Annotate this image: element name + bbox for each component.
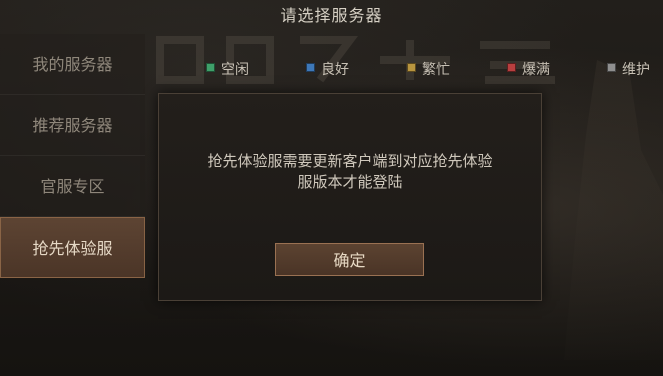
- legend-item-busy: 繁忙: [407, 60, 450, 80]
- legend-label: 维护: [622, 62, 650, 78]
- status-good-icon: [306, 63, 315, 72]
- legend-label: 良好: [321, 62, 349, 78]
- status-maintenance-icon: [607, 63, 616, 72]
- sidebar-item-label: 抢先体验服: [32, 239, 113, 258]
- legend-item-idle: 空闲: [206, 60, 249, 80]
- status-full-icon: [507, 63, 516, 72]
- sidebar-item-official-servers[interactable]: 官服专区: [0, 156, 145, 217]
- status-idle-icon: [206, 63, 215, 72]
- dialog-message: 抢先体验服需要更新客户端到对应抢先体验 服版本才能登陆: [159, 151, 541, 193]
- dialog-message-line: 服版本才能登陆: [297, 173, 403, 191]
- dialog-message-line: 抢先体验服需要更新客户端到对应抢先体验: [207, 152, 493, 170]
- legend-label: 空闲: [221, 62, 249, 78]
- server-status-legend: 空闲 良好 繁忙 爆满 维护: [0, 60, 663, 80]
- status-busy-icon: [407, 63, 416, 72]
- legend-item-full: 爆满: [507, 60, 550, 80]
- sidebar-item-recommended-servers[interactable]: 推荐服务器: [0, 95, 145, 156]
- notice-dialog: 抢先体验服需要更新客户端到对应抢先体验 服版本才能登陆 确定: [158, 93, 542, 301]
- legend-item-maintenance: 维护: [607, 60, 650, 80]
- legend-label: 爆满: [522, 62, 550, 78]
- confirm-button[interactable]: 确定: [275, 243, 424, 276]
- legend-item-good: 良好: [306, 60, 349, 80]
- sidebar-item-early-access[interactable]: 抢先体验服: [0, 217, 145, 278]
- sidebar-item-label: 官服专区: [40, 177, 105, 196]
- page-title: 请选择服务器: [280, 6, 383, 25]
- legend-label: 繁忙: [422, 62, 450, 78]
- sidebar-item-label: 推荐服务器: [32, 116, 113, 135]
